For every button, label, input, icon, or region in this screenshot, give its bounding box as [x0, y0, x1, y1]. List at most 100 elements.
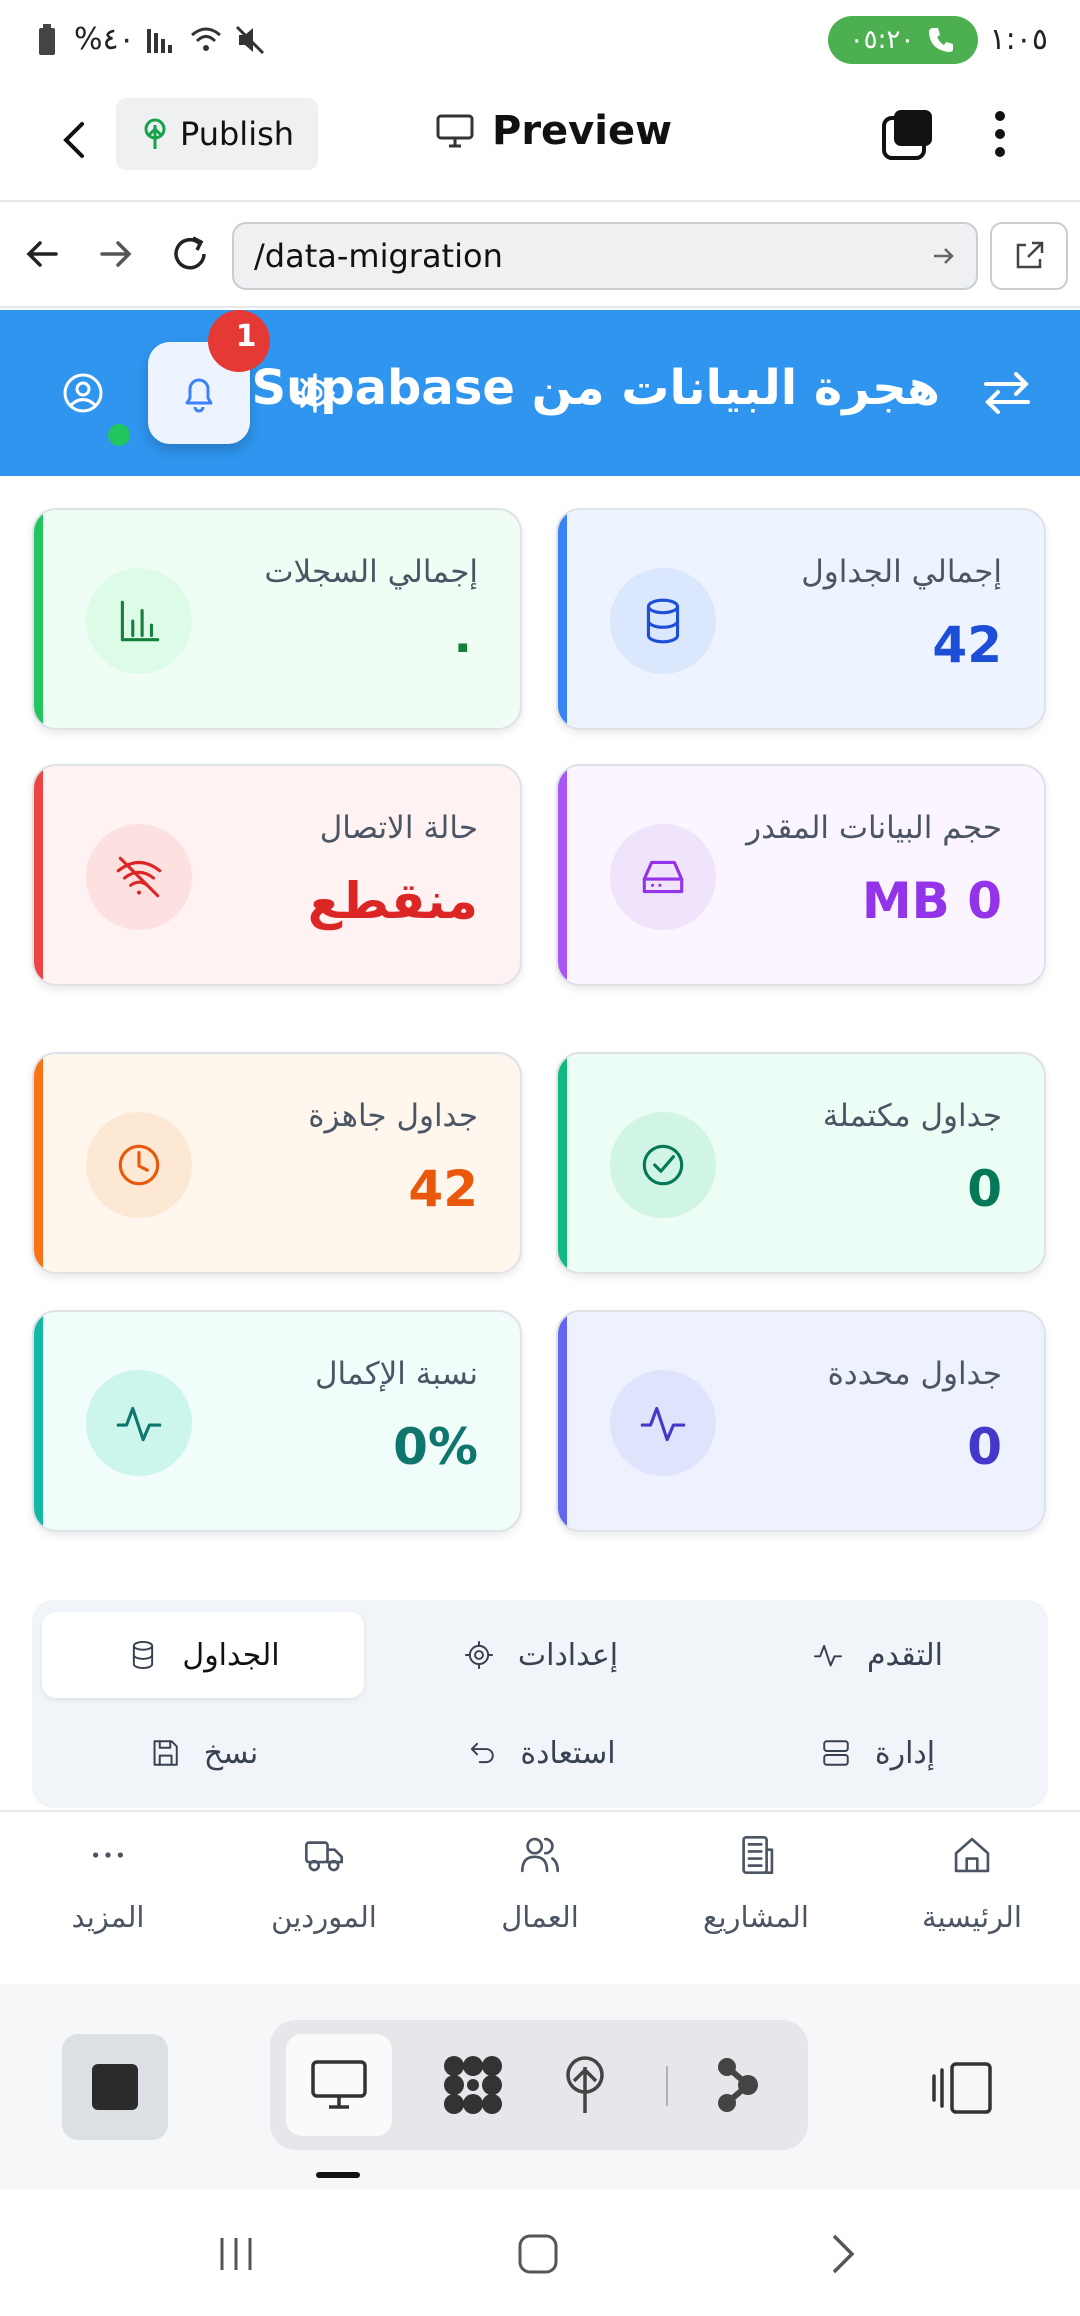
online-status-dot: [108, 424, 130, 446]
stat-card: جداول جاهزة 42: [32, 1052, 522, 1274]
gear-icon: [295, 373, 335, 413]
kebab-icon: [995, 111, 1005, 157]
side-panel-button[interactable]: [930, 2060, 994, 2116]
more-options-button[interactable]: [980, 106, 1020, 162]
stat-icon-wrap: [86, 568, 192, 674]
recents-icon[interactable]: [214, 2234, 258, 2274]
stat-icon-wrap: [86, 1112, 192, 1218]
url-text: /data-migration: [254, 237, 503, 275]
stat-value: 0: [967, 1418, 1002, 1476]
reload-button[interactable]: [168, 232, 212, 276]
stat-label: إجمالي السجلات: [264, 554, 478, 590]
stop-icon: [92, 2064, 138, 2110]
tab-save[interactable]: نسخ: [42, 1710, 364, 1796]
tab-database[interactable]: الجداول: [42, 1612, 364, 1698]
stat-icon-wrap: [86, 824, 192, 930]
stat-icon-wrap: [610, 824, 716, 930]
ongoing-call-chip[interactable]: ٠٥:٢٠: [828, 16, 978, 64]
browser-forward-button[interactable]: [96, 234, 136, 274]
tab-server[interactable]: إدارة: [716, 1710, 1038, 1796]
grid-blob-icon: [444, 2056, 502, 2114]
page-title: هجرة البيانات من Supabase: [251, 360, 940, 416]
tabs-button[interactable]: [880, 106, 936, 162]
flow-button[interactable]: [684, 2034, 790, 2136]
tab-label: التقدم: [866, 1637, 944, 1673]
settings-button[interactable]: [294, 372, 336, 414]
nav-item-building[interactable]: المشاريع: [656, 1832, 856, 1962]
tab-label: إدارة: [874, 1735, 936, 1771]
stat-label: جداول محددة: [827, 1356, 1002, 1392]
undo-icon: [471, 1742, 495, 1764]
accent-bar: [558, 1312, 567, 1530]
activity-icon: [116, 1406, 162, 1442]
desktop-view-button[interactable]: [286, 2034, 392, 2136]
nav-label: المزيد: [71, 1900, 145, 1934]
nav-item-more[interactable]: المزيد: [8, 1832, 208, 1962]
publish-view-button[interactable]: [532, 2034, 638, 2136]
tab-activity[interactable]: التقدم: [716, 1612, 1038, 1698]
arrow-right-icon[interactable]: [930, 242, 958, 270]
tab-undo[interactable]: استعادة: [379, 1710, 701, 1796]
battery-saver-icon: [39, 23, 55, 55]
nav-item-truck[interactable]: الموردين: [224, 1832, 424, 1962]
stat-card: حجم البيانات المقدر MB 0: [556, 764, 1046, 986]
home-icon[interactable]: [516, 2232, 560, 2276]
preview-toolbar: [0, 1984, 1080, 2190]
mute-icon: [235, 25, 264, 54]
view-switcher: [270, 2020, 808, 2150]
nav-label: العمال: [501, 1900, 579, 1934]
accent-bar: [558, 766, 567, 984]
browser-back-button[interactable]: [22, 234, 62, 274]
nav-item-users[interactable]: العمال: [440, 1832, 640, 1962]
tab-label: الجداول: [182, 1637, 280, 1673]
stat-value: 42: [408, 1160, 478, 1218]
chevron-left-icon: [63, 122, 84, 158]
components-button[interactable]: [420, 2034, 526, 2136]
tabs-icon: [882, 110, 932, 160]
stat-label: جداول جاهزة: [308, 1098, 478, 1134]
accent-bar: [558, 1054, 567, 1272]
chevron-right-icon[interactable]: [820, 2230, 864, 2278]
stat-card: إجمالي الجداول 42: [556, 508, 1046, 730]
system-navigation: [0, 2190, 1080, 2316]
stat-label: نسبة الإكمال: [314, 1356, 478, 1392]
save-icon: [153, 1740, 178, 1766]
app-bar: Publish Preview: [0, 80, 1080, 202]
publish-button[interactable]: Publish: [116, 98, 318, 170]
swap-button[interactable]: [980, 366, 1034, 420]
status-icons: %٤٠: [30, 22, 267, 57]
profile-button[interactable]: [62, 372, 104, 414]
stat-value: منقطع: [307, 872, 478, 930]
preview-label: Preview: [492, 108, 673, 154]
phone-icon: [929, 28, 954, 52]
hard-drive-icon: [642, 860, 684, 894]
stat-value: MB 0: [861, 872, 1002, 930]
clock: ١:٠٥: [989, 22, 1048, 57]
stat-card: جداول مكتملة 0: [556, 1052, 1046, 1274]
wifi-off-icon: [116, 856, 162, 898]
publish-label: Publish: [179, 115, 295, 153]
url-input[interactable]: /data-migration: [232, 222, 978, 290]
check-circle-icon: [642, 1144, 684, 1186]
nav-item-home[interactable]: الرئيسية: [872, 1832, 1072, 1962]
nav-label: المشاريع: [703, 1900, 809, 1934]
browser-toolbar: /data-migration: [0, 204, 1080, 308]
open-external-button[interactable]: [990, 222, 1068, 290]
arrow-right-icon: [100, 241, 132, 267]
monitor-icon: [436, 114, 474, 148]
stat-card: حالة الاتصال منقطع: [32, 764, 522, 986]
stat-value: 0%: [393, 1418, 478, 1476]
bell-icon: [185, 378, 213, 413]
page-header: هجرة البيانات من Supabase 1: [0, 310, 1080, 476]
accent-bar: [34, 510, 43, 728]
users-icon: [520, 1837, 560, 1873]
swap-arrows-icon: [984, 372, 1030, 414]
notification-badge: 1: [208, 310, 270, 372]
status-bar: %٤٠ ٠٥:٢٠ ١:٠٥: [0, 0, 1080, 80]
active-indicator: [316, 2172, 360, 2178]
stop-button[interactable]: [62, 2034, 168, 2140]
home-icon: [954, 1837, 990, 1873]
tab-gear[interactable]: إعدادات: [379, 1612, 701, 1698]
back-button[interactable]: [50, 110, 98, 170]
activity-icon: [813, 1644, 843, 1667]
